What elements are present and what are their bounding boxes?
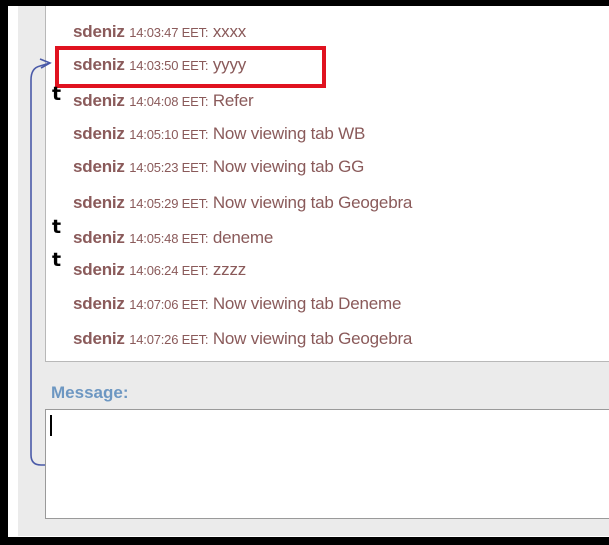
chat-text: Now viewing tab Deneme (212, 294, 402, 313)
chat-timestamp: 14:05:10 EET: (129, 127, 209, 142)
chat-timestamp: 14:07:26 EET: (129, 332, 209, 347)
message-input[interactable] (45, 409, 609, 519)
chat-message-4: sdeniz 14:05:10 EET: Now viewing tab WB (73, 124, 365, 144)
chat-message-9: sdeniz 14:07:06 EET: Now viewing tab Den… (73, 294, 401, 314)
chat-username: sdeniz (73, 91, 125, 110)
chat-username: sdeniz (73, 294, 125, 313)
chat-username: sdeniz (73, 228, 125, 247)
chat-text: xxxx (212, 22, 247, 41)
chat-timestamp: 14:03:47 EET: (129, 25, 209, 40)
chat-text: Now viewing tab GG (212, 157, 365, 176)
annotation-mark: t (52, 249, 62, 271)
chat-text: deneme (212, 228, 274, 247)
chat-username: sdeniz (73, 22, 125, 41)
highlight-annotation-box (55, 46, 326, 88)
message-label: Message: (51, 383, 129, 402)
chat-message-1: sdeniz 14:03:47 EET: xxxx (73, 22, 246, 42)
chat-message-3: sdeniz 14:04:08 EET: Refer (73, 91, 254, 111)
chat-message-7: sdeniz 14:05:48 EET: deneme (73, 228, 273, 248)
chat-username: sdeniz (73, 193, 125, 212)
chat-text: Now viewing tab Geogebra (212, 329, 413, 348)
chat-message-5: sdeniz 14:05:23 EET: Now viewing tab GG (73, 157, 364, 177)
chat-text: Now viewing tab WB (212, 124, 366, 143)
chat-text: Refer (212, 91, 254, 110)
chat-username: sdeniz (73, 124, 125, 143)
chat-timestamp: 14:07:06 EET: (129, 297, 209, 312)
chat-timestamp: 14:05:48 EET: (129, 231, 209, 246)
chat-message-6: sdeniz 14:05:29 EET: Now viewing tab Geo… (73, 193, 412, 213)
chat-username: sdeniz (73, 157, 125, 176)
chat-text: zzzz (212, 260, 247, 279)
chat-timestamp: 14:06:24 EET: (129, 263, 209, 278)
chat-timestamp: 14:05:29 EET: (129, 196, 209, 211)
chat-message-8: sdeniz 14:06:24 EET: zzzz (73, 260, 246, 280)
annotation-mark: t (52, 216, 62, 238)
chat-timestamp: 14:05:23 EET: (129, 160, 209, 175)
chat-timestamp: 14:04:08 EET: (129, 94, 209, 109)
chat-username: sdeniz (73, 329, 125, 348)
chat-message-10: sdeniz 14:07:26 EET: Now viewing tab Geo… (73, 329, 412, 349)
annotation-mark: t (52, 83, 62, 105)
chat-username: sdeniz (73, 260, 125, 279)
text-caret (50, 415, 52, 436)
chat-text: Now viewing tab Geogebra (212, 193, 413, 212)
